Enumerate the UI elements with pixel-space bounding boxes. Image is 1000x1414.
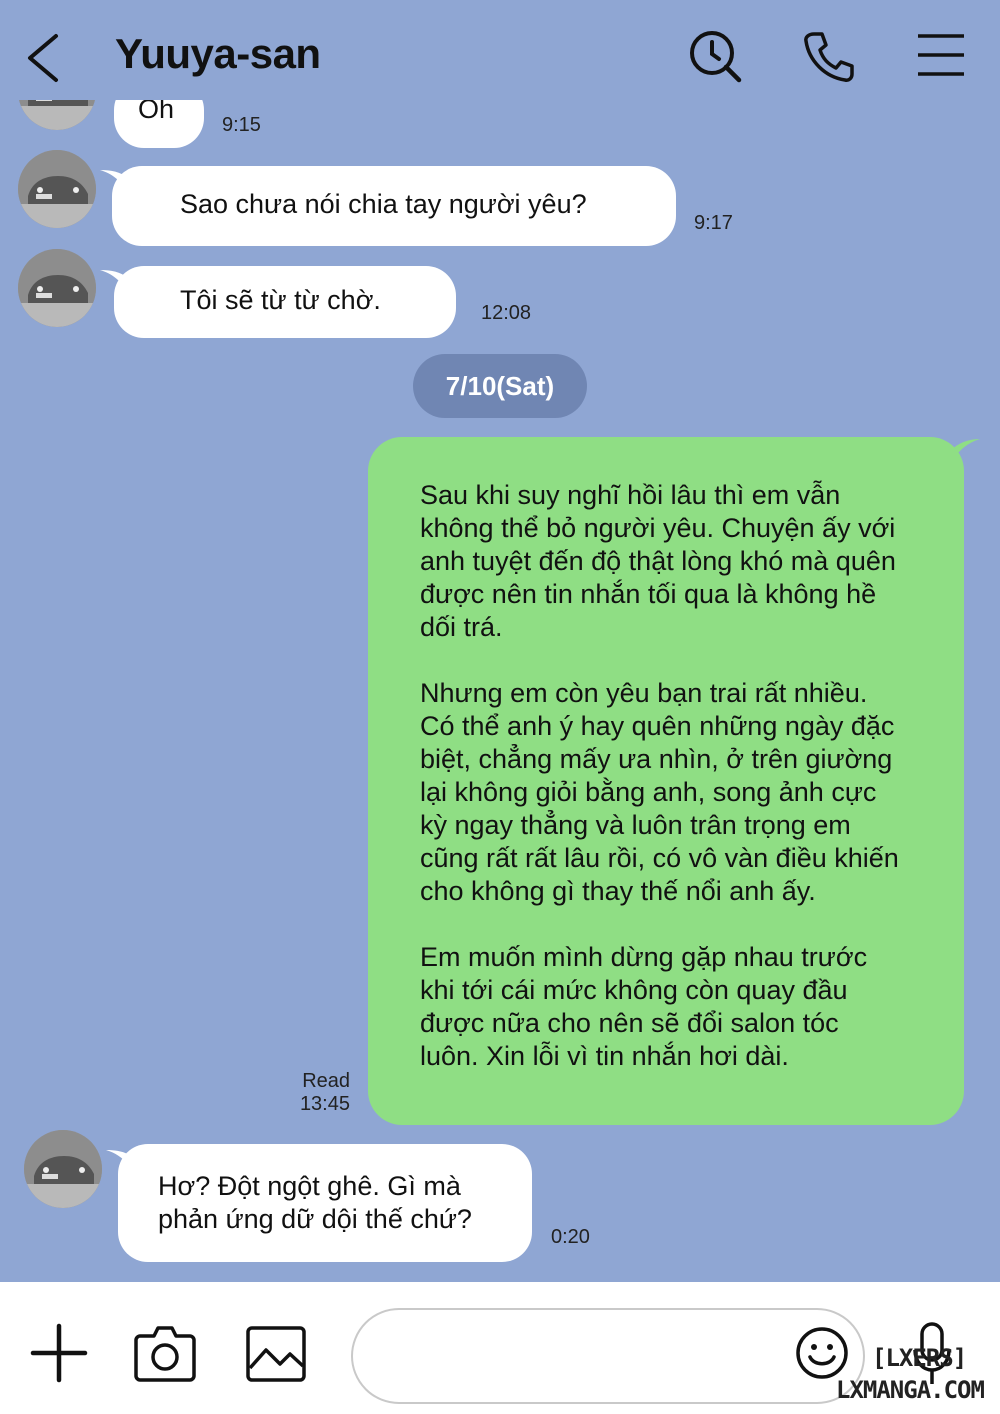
message-time: 12:08	[481, 302, 532, 324]
watermark-line: [LXERS]	[872, 1344, 967, 1372]
avatar[interactable]	[18, 249, 96, 327]
chat-header: Yuuya-san	[0, 0, 1000, 100]
read-status: Read	[302, 1070, 350, 1092]
message-paragraph: Nhưng em còn yêu bạn trai rất nhiều. Có …	[420, 678, 899, 906]
avatar[interactable]	[18, 150, 96, 228]
received-message-bubble[interactable]: Tôi sẽ từ từ chờ.	[114, 266, 456, 338]
message-input[interactable]	[351, 1308, 865, 1404]
message-paragraph: Em muốn mình dừng gặp nhau trước khi tới…	[420, 942, 868, 1071]
received-message-bubble[interactable]: Sao chưa nói chia tay người yêu?	[112, 166, 676, 246]
camera-icon[interactable]	[134, 1324, 196, 1382]
received-message-bubble[interactable]: Hơ? Đột ngột ghê. Gì mà phản ứng dữ dội …	[118, 1144, 532, 1262]
chevron-left-icon[interactable]	[22, 32, 66, 84]
date-separator: 7/10(Sat)	[413, 354, 587, 418]
read-receipt: Read 13:45	[290, 1070, 350, 1116]
menu-icon[interactable]	[912, 28, 970, 86]
message-time: 13:45	[299, 1093, 350, 1115]
chat-title: Yuuya-san	[115, 30, 321, 77]
watermark: [LXERS] LXMANGA.COM	[836, 1344, 996, 1412]
search-history-icon[interactable]	[686, 28, 744, 86]
message-paragraph: Sau khi suy nghĩ hồi lâu thì em vẫn khôn…	[420, 480, 896, 642]
plus-icon[interactable]	[30, 1322, 88, 1384]
message-time: 9:17	[694, 212, 733, 234]
avatar[interactable]	[24, 1130, 102, 1208]
image-icon[interactable]	[246, 1326, 306, 1382]
watermark-line: LXMANGA.COM	[836, 1376, 985, 1404]
sent-message-bubble[interactable]: Sau khi suy nghĩ hồi lâu thì em vẫn khôn…	[368, 437, 964, 1125]
phone-icon[interactable]	[800, 28, 858, 86]
message-time: 9:15	[222, 114, 261, 136]
message-time: 0:20	[551, 1226, 590, 1248]
